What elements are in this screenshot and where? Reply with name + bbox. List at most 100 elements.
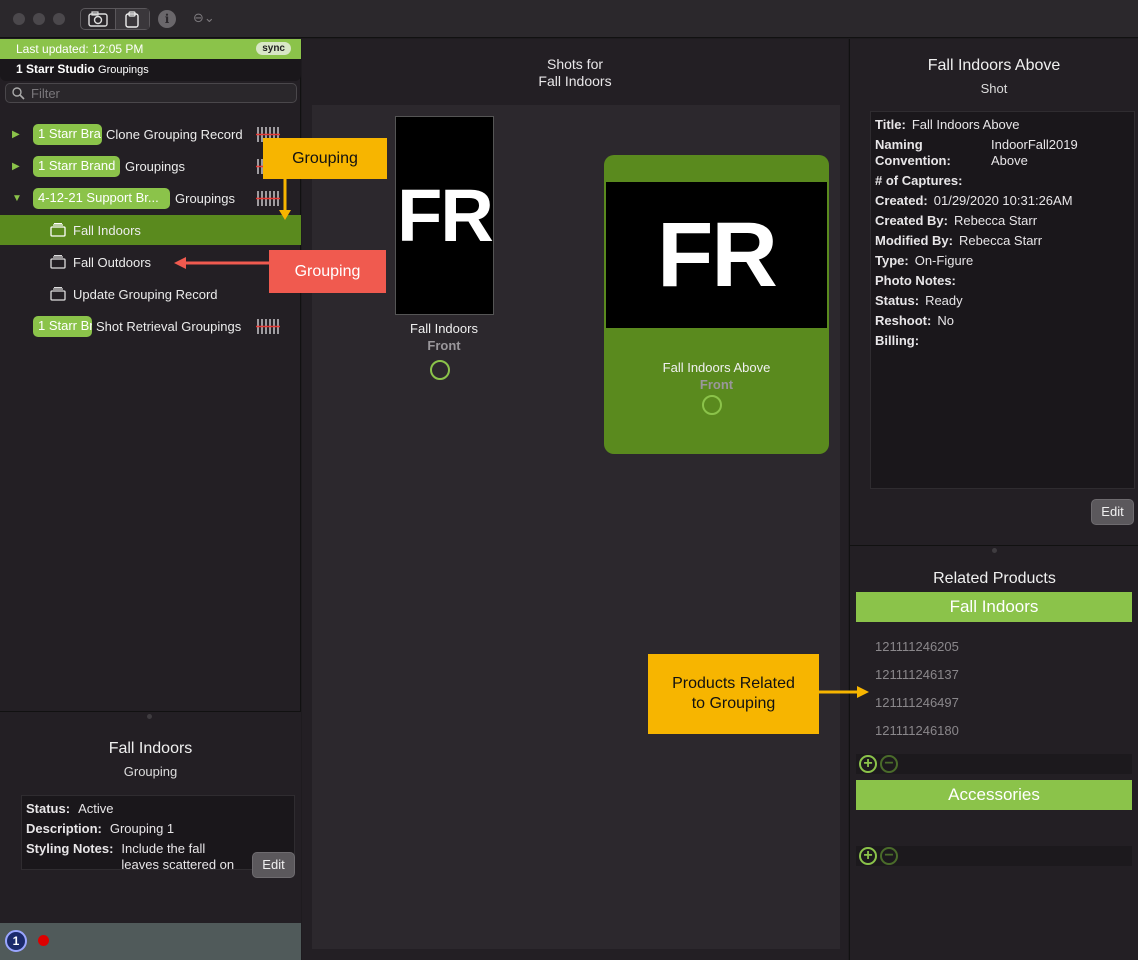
type-label: Type: xyxy=(875,253,909,268)
product-item[interactable]: 121111246180 xyxy=(875,723,959,738)
window-titlebar: i ⊖⌄ xyxy=(0,0,1138,38)
view-segmented-control xyxy=(80,8,150,30)
related-products-title: Related Products xyxy=(933,570,1056,587)
tree-item-label: Groupings xyxy=(175,190,235,206)
reshoot-label: Reshoot: xyxy=(875,313,932,328)
shots-title-line2: Fall Indoors xyxy=(538,73,612,89)
sync-button[interactable]: sync xyxy=(256,42,291,55)
product-group-fall-indoors[interactable]: Fall Indoors xyxy=(856,592,1132,622)
shot-thumbnail[interactable]: FR xyxy=(395,116,494,315)
more-options-icon[interactable]: ⊖⌄ xyxy=(193,10,215,26)
add-product-icon[interactable]: + xyxy=(859,755,877,773)
status-label: Status: xyxy=(26,801,71,816)
shot-view: Front xyxy=(699,377,734,392)
shot-thumbnail[interactable]: FR xyxy=(606,182,827,328)
tree-item-fall-indoors[interactable]: Fall Indoors xyxy=(0,215,301,245)
zoom-window-button[interactable] xyxy=(53,13,65,25)
naming-convention-label: Naming Convention: xyxy=(875,137,951,168)
tree-item-label: Update Grouping Record xyxy=(73,286,218,302)
camera-view-button[interactable] xyxy=(81,9,115,29)
tree-item-label: Fall Indoors xyxy=(73,222,141,238)
styling-notes-label: Styling Notes: xyxy=(26,841,114,856)
product-item[interactable]: 121111246205 xyxy=(875,639,959,654)
styling-notes-line2: leaves scattered on xyxy=(121,857,235,872)
shot-name: Fall Indoors Above xyxy=(662,360,771,375)
app-badge-icon[interactable]: 1 xyxy=(5,930,27,952)
tree-item-label: Clone Grouping Record xyxy=(106,126,243,142)
last-updated-bar: Last updated: 12:05 PM sync xyxy=(0,39,301,59)
split-handle[interactable] xyxy=(992,548,997,553)
created-label: Created: xyxy=(875,193,928,208)
grouping-box-icon xyxy=(50,223,66,237)
tree-item-shot-retrieval-groupings[interactable]: 1 Starr Br Shot Retrieval Groupings xyxy=(0,311,301,341)
tree-item-label: Groupings xyxy=(125,158,185,174)
studio-suffix: Groupings xyxy=(98,64,149,76)
annotation-products-line2: to Grouping xyxy=(691,695,776,712)
grouping-edit-button[interactable]: Edit xyxy=(252,852,295,878)
grouping-detail-panel: Fall Indoors Grouping Status: Active Desc… xyxy=(0,711,301,923)
disclosure-triangle-icon[interactable]: ▶ xyxy=(12,161,20,172)
shot-fields: Title: Fall Indoors Above Naming Conventio… xyxy=(870,111,1135,489)
shot-view: Front xyxy=(427,338,461,353)
clipboard-icon xyxy=(125,10,139,28)
tree-item-clone-grouping-record[interactable]: ▶ 1 Starr Bra Clone Grouping Record xyxy=(0,119,301,149)
camera-icon xyxy=(88,11,108,27)
disclosure-triangle-icon[interactable]: ▶ xyxy=(12,129,20,140)
tree-item-groupings-1[interactable]: ▶ 1 Starr Brand Groupings xyxy=(0,151,301,181)
title-label: Title: xyxy=(875,117,906,132)
tree-item-label: Shot Retrieval Groupings xyxy=(96,318,242,334)
product-group-accessories[interactable]: Accessories xyxy=(856,780,1132,810)
brand-pill: 4-12-21 Support Br... xyxy=(33,187,170,209)
disclosure-triangle-open-icon[interactable]: ▼ xyxy=(12,193,22,204)
shots-title-line1: Shots for xyxy=(546,56,604,72)
billing-label: Billing: xyxy=(875,333,920,348)
title-value: Fall Indoors Above xyxy=(911,117,1020,132)
created-value: 01/29/2020 10:31:26AM xyxy=(933,193,1073,208)
brand-pill: 1 Starr Br xyxy=(33,315,92,337)
tree-item-update-grouping-record[interactable]: Update Grouping Record xyxy=(0,279,301,309)
shots-title: Shots for Fall Indoors xyxy=(302,56,848,90)
product-item[interactable]: 121111246497 xyxy=(875,695,959,710)
shot-edit-button[interactable]: Edit xyxy=(1091,499,1134,525)
modified-by-value: Rebecca Starr xyxy=(959,233,1043,248)
styling-notes-line1: Include the fall xyxy=(121,841,206,856)
shot-name: Fall Indoors xyxy=(410,321,478,336)
studio-title: 1 Starr Studio xyxy=(16,62,95,76)
grouping-title: Fall Indoors xyxy=(108,740,193,757)
status-label: Status: xyxy=(875,293,920,308)
capture-status-ring-icon[interactable] xyxy=(702,395,722,415)
naming-convention-value: IndoorFall2019 Above xyxy=(991,137,1078,168)
split-handle[interactable] xyxy=(147,714,152,719)
remove-product-icon[interactable]: − xyxy=(880,755,898,773)
shot-detail-subtitle: Shot xyxy=(980,81,1008,96)
annotation-grouping-mid: Grouping xyxy=(269,250,386,293)
close-window-button[interactable] xyxy=(13,13,25,25)
tree-item-label: Fall Outdoors xyxy=(73,254,152,270)
barcode-icon xyxy=(256,191,280,206)
product-edit-bar: + − xyxy=(856,846,1132,866)
groupings-sidebar: Last updated: 12:05 PM sync 1 Starr Stud… xyxy=(0,39,301,960)
filter-placeholder: Filter xyxy=(31,86,60,101)
shot-detail-title: Fall Indoors Above xyxy=(927,57,1061,74)
info-icon[interactable]: i xyxy=(158,10,176,28)
add-product-icon[interactable]: + xyxy=(859,847,877,865)
brand-pill: 1 Starr Brand xyxy=(33,155,120,177)
created-by-label: Created By: xyxy=(875,213,948,228)
created-by-value: Rebecca Starr xyxy=(953,213,1038,228)
product-item[interactable]: 121111246137 xyxy=(875,667,959,682)
photo-notes-label: Photo Notes: xyxy=(875,273,956,288)
tree-item-groupings-2[interactable]: ▼ 4-12-21 Support Br... Groupings xyxy=(0,183,301,213)
remove-product-icon[interactable]: − xyxy=(880,847,898,865)
minimize-window-button[interactable] xyxy=(33,13,45,25)
capture-status-ring-icon[interactable] xyxy=(430,360,450,380)
filter-input[interactable]: Filter xyxy=(5,83,297,103)
search-icon xyxy=(12,87,25,100)
tree-item-fall-outdoors[interactable]: Fall Outdoors xyxy=(0,247,301,277)
modified-by-label: Modified By: xyxy=(875,233,953,248)
grouping-box-icon xyxy=(50,255,66,269)
related-products-panel: Related Products Fall Indoors 1211112462… xyxy=(850,545,1138,960)
clipboard-view-button[interactable] xyxy=(114,9,149,29)
shot-card-fall-indoors-above[interactable]: FR Fall Indoors Above Front xyxy=(604,155,829,454)
description-label: Description: xyxy=(26,821,102,836)
description-value: Grouping 1 xyxy=(109,821,175,836)
